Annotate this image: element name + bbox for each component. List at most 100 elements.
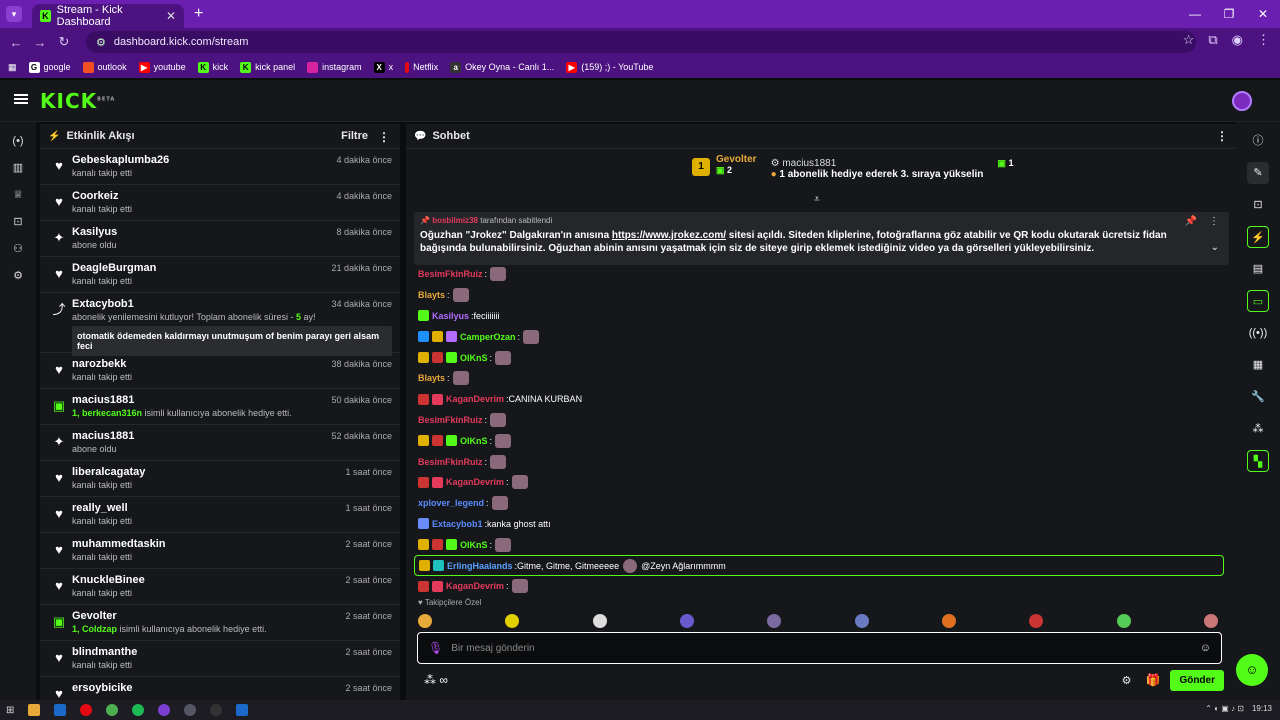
leader2-name[interactable]: macius1881 [782, 158, 836, 169]
bookmark-instagram[interactable]: instagram [307, 61, 362, 73]
extensions-icon[interactable]: ⧉ [1208, 32, 1217, 48]
chat-username[interactable]: Blayts [418, 373, 445, 383]
emote-icon[interactable] [592, 614, 607, 628]
mic-icon[interactable]: 🎙 [428, 641, 443, 655]
obs-icon[interactable] [184, 704, 197, 716]
bookmark-okey[interactable]: a Okey Oyna - Canlı 1... [450, 61, 554, 73]
chat-username[interactable]: BesimFkinRuiz [418, 457, 483, 467]
apps-tool-icon[interactable]: ⁂ [1247, 418, 1269, 440]
emote-icon[interactable] [1116, 614, 1131, 628]
more-options-icon[interactable]: ⋮ [378, 130, 390, 144]
lightning-tool-icon[interactable]: ⚡ [1247, 226, 1269, 248]
emote-icon[interactable] [1029, 614, 1044, 628]
start-icon[interactable]: ⊞ [6, 705, 14, 716]
bookmark-google[interactable]: Ggoogle [28, 61, 71, 73]
chat-username[interactable]: xplover_legend [418, 498, 484, 508]
site-info-icon[interactable]: ⚙ [96, 36, 106, 49]
event-username[interactable]: ersoybicike [72, 682, 392, 694]
event-username[interactable]: muhammedtaskin [72, 538, 392, 550]
reload-icon[interactable]: ↻ [52, 34, 76, 50]
bookmark-netflix[interactable]: Netflix [405, 61, 438, 73]
emote-icon[interactable] [505, 614, 520, 628]
chat-username[interactable]: CamperOzan [460, 332, 516, 342]
steam-icon[interactable] [236, 704, 249, 716]
notes-icon[interactable]: ▤ [1247, 258, 1269, 280]
emote-icon[interactable] [854, 614, 869, 628]
gift-sub-icon[interactable]: 🎁 [1145, 673, 1160, 687]
trophy-nav-icon[interactable]: ♕ [0, 182, 36, 209]
close-window-icon[interactable]: ✕ [1246, 0, 1280, 28]
bookmark-kick[interactable]: Kkick [197, 61, 228, 73]
chat-username[interactable]: KaganDevrim [446, 581, 504, 591]
profile-icon[interactable]: ◉ [1232, 32, 1243, 48]
chat-username[interactable]: Extacybob1 [432, 519, 483, 529]
chat-username[interactable]: KaganDevrim [446, 394, 504, 404]
tray-icons[interactable]: ⌃ ◐ ▣ ♪ ⊡ [1205, 704, 1244, 713]
chrome-icon[interactable] [106, 704, 119, 716]
app-icon[interactable] [210, 704, 223, 716]
event-username[interactable]: really_well [72, 502, 392, 514]
emote-icon[interactable] [1203, 614, 1218, 628]
chat-options-icon[interactable]: ⋮ [1216, 129, 1228, 143]
bookmark-x[interactable]: Xx [373, 61, 393, 73]
menu-icon[interactable] [14, 94, 28, 104]
bookmark-outlook[interactable]: outlook [82, 61, 127, 73]
tab-search-icon[interactable]: ▾ [6, 6, 22, 22]
chat-username[interactable]: BesimFkinRuiz [418, 269, 483, 279]
chat-username[interactable]: ErlingHaalands [447, 561, 513, 571]
chat-input[interactable]: 🎙 Bir mesaj gönderin ☺ [417, 632, 1222, 664]
edit-icon[interactable]: ✎ [1247, 162, 1269, 184]
new-tab-icon[interactable]: + [194, 5, 203, 23]
leader-name[interactable]: Gevolter [716, 154, 757, 165]
explorer-icon[interactable] [28, 704, 41, 716]
forward-icon[interactable]: → [28, 35, 52, 50]
apps-icon[interactable]: ▦ [8, 62, 17, 73]
emote-icon[interactable] [767, 614, 782, 628]
chat-username[interactable]: Blayts [418, 290, 445, 300]
moderation-nav-icon[interactable]: ⊡ [0, 209, 36, 236]
bookmark-youtube[interactable]: ▶ youtube [138, 61, 186, 73]
user-avatar[interactable] [1232, 91, 1252, 111]
clapper-icon[interactable]: ▚ [1247, 450, 1269, 472]
emote-icon[interactable] [418, 614, 432, 628]
event-username[interactable]: Gevolter [72, 610, 392, 622]
chrome-active-icon[interactable] [158, 704, 171, 716]
chat-username[interactable]: OIKnS [460, 436, 488, 446]
opera-icon[interactable] [80, 704, 93, 716]
bookmark-kick-panel[interactable]: Kkick panel [240, 61, 295, 73]
browser-tab[interactable]: K Stream - Kick Dashboard ✕ [32, 4, 184, 28]
channel-points-icon[interactable]: ⁂ ∞ [424, 673, 448, 687]
tab-close-icon[interactable]: ✕ [166, 9, 176, 23]
chat-username[interactable]: KaganDevrim [446, 477, 504, 487]
bookmark-youtube-2[interactable]: ▶ (159) ;) - YouTube [566, 61, 653, 73]
pinned-link[interactable]: https://www.jrokez.com/ [612, 230, 726, 241]
minimize-icon[interactable]: — [1178, 0, 1212, 28]
steam-icon[interactable] [54, 704, 67, 716]
stream-nav-icon[interactable]: (•) [0, 128, 36, 155]
send-button[interactable]: Gönder [1170, 669, 1224, 691]
browser-menu-icon[interactable]: ⋮ [1257, 32, 1270, 48]
expand-chevron-icon[interactable]: ⌄ [1211, 242, 1219, 253]
spotify-icon[interactable] [132, 704, 145, 716]
maximize-icon[interactable]: ❐ [1212, 0, 1246, 28]
screen-icon[interactable]: ⊡ [1247, 194, 1269, 216]
chat-settings-icon[interactable]: ⚙ [1122, 674, 1132, 687]
wrench-icon[interactable]: 🔧 [1247, 386, 1269, 408]
pinned-by-user[interactable]: bosbilmiz38 [432, 216, 478, 225]
unpin-icon[interactable]: 📌 [1185, 216, 1197, 227]
layers-icon[interactable]: ▦ [1247, 354, 1269, 376]
collapse-chevron-icon[interactable]: ⩡ [814, 194, 820, 205]
chat-username[interactable]: OIKnS [460, 353, 488, 363]
back-icon[interactable]: ← [4, 35, 28, 50]
event-username[interactable]: blindmanthe [72, 646, 392, 658]
emote-icon[interactable] [941, 614, 956, 628]
analytics-nav-icon[interactable]: ▥ [0, 155, 36, 182]
emoji-picker-icon[interactable]: ☺ [1200, 642, 1211, 654]
emote-icon[interactable] [679, 614, 694, 628]
pinned-options-icon[interactable]: ⋮ [1209, 216, 1219, 227]
bookmark-star-icon[interactable]: ☆ [1183, 32, 1195, 48]
event-username[interactable]: liberalcagatay [72, 466, 392, 478]
chat-tool-icon[interactable]: ▭ [1247, 290, 1269, 312]
kick-logo[interactable]: KICKBETA [40, 89, 115, 113]
chat-username[interactable]: Kasilyus [432, 311, 469, 321]
